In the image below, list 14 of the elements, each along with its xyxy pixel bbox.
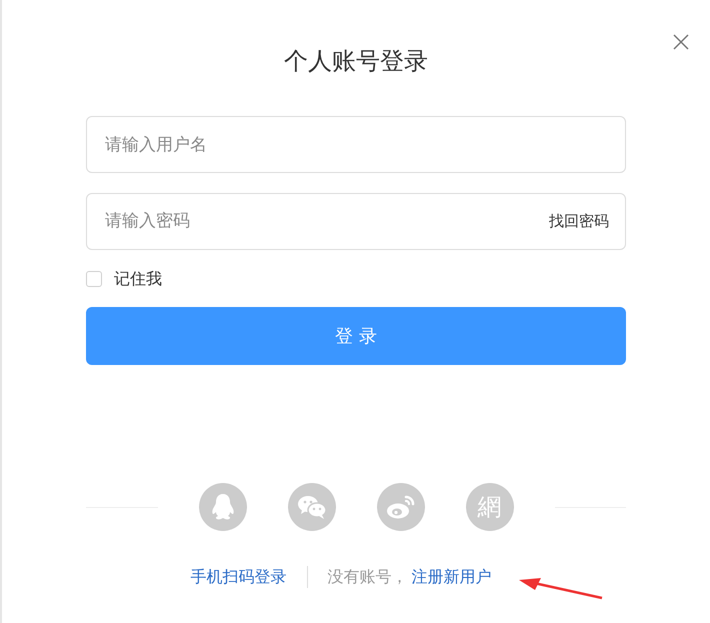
weibo-icon[interactable]	[376, 483, 424, 531]
penguin-icon[interactable]	[198, 483, 246, 531]
login-button[interactable]: 登 录	[86, 307, 626, 365]
register-link[interactable]: 注册新用户	[412, 565, 492, 589]
remember-checkbox[interactable]	[86, 271, 102, 287]
remember-label: 记住我	[114, 268, 162, 290]
chat-bubbles-icon[interactable]	[288, 483, 336, 531]
qr-login-link[interactable]: 手机扫码登录	[190, 565, 286, 589]
close-button[interactable]	[672, 33, 690, 51]
username-field[interactable]: 请输入用户名	[86, 116, 626, 173]
forgot-password-link[interactable]: 找回密码	[549, 210, 609, 233]
no-account-text: 没有账号，	[328, 566, 408, 588]
password-field[interactable]: 请输入密码 找回密码	[86, 193, 626, 250]
dialog-title: 个人账号登录	[284, 46, 428, 77]
